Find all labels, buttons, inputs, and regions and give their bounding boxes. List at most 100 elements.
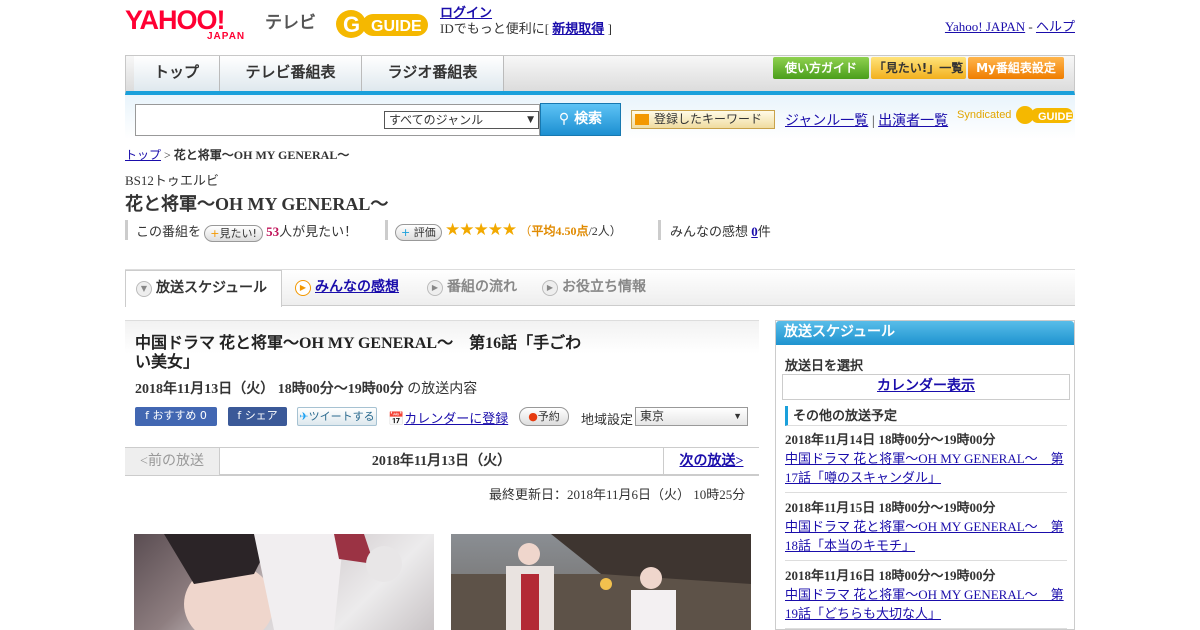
divider <box>125 220 128 240</box>
rate-button[interactable]: + 評価 <box>395 223 442 241</box>
saved-keywords-button[interactable]: 登録したキーワード <box>631 110 775 129</box>
prev-broadcast: <前の放送 <box>125 448 219 475</box>
last-updated: 最終更新日：2018年11月6日（火） 10時25分 <box>489 487 746 502</box>
syndicated-label: Syndicated <box>957 108 1012 121</box>
search-button-label: 検索 <box>574 111 603 127</box>
schedule-item-time: 2018年11月14日 18時00分～19時00分 <box>785 432 996 447</box>
tab-program-flow[interactable]: ▶ 番組の流れ <box>417 270 532 306</box>
genre-select-value: すべてのジャンル <box>389 113 484 127</box>
want-button[interactable]: +見たい! <box>204 224 263 242</box>
schedule-item-time: 2018年11月15日 18時00分～19時00分 <box>785 500 996 515</box>
saved-keywords-label: 登録したキーワード <box>654 112 763 126</box>
region-select-value: 東京 <box>640 409 665 423</box>
tab-top[interactable]: トップ <box>134 56 220 91</box>
register-link[interactable]: 新規取得 <box>552 21 604 36</box>
schedule-item-link[interactable]: 中国ドラマ 花と将軍～OH MY GENERAL～ 第19話「どちらも大切な人」 <box>785 587 1064 621</box>
genre-list-link[interactable]: ジャンル一覧 <box>785 114 868 129</box>
facebook-recommend-button[interactable]: f おすすめ 0 <box>135 407 217 426</box>
schedule-sidebar: 放送スケジュール 放送日を選択 カレンダー表示 その他の放送予定 2018年11… <box>775 320 1075 630</box>
want-list-button[interactable]: 「見たい!」一覧 <box>871 57 966 79</box>
schedule-item: 2018年11月14日 18時00分～19時00分 中国ドラマ 花と将軍～OH … <box>785 430 1067 493</box>
genre-links: ジャンル一覧 | 出演者一覧 <box>785 110 948 130</box>
play-icon: ▶ <box>295 280 311 296</box>
play-icon: ▶ <box>542 280 558 296</box>
genre-select[interactable]: すべてのジャンル ▼ <box>384 111 539 129</box>
share-row: f おすすめ 0 f シェア ✈ツイートする 📅カレンダーに登録 ●予約 地域設… <box>135 407 755 427</box>
cast-list-link[interactable]: 出演者一覧 <box>878 114 948 129</box>
tweet-label: ツイートする <box>308 410 375 423</box>
tab-radio-guide[interactable]: ラジオ番組表 <box>362 56 504 91</box>
breadcrumb-top[interactable]: トップ <box>125 148 161 162</box>
genre-link-separator: | <box>871 114 875 129</box>
facebook-share-label: シェア <box>244 409 278 422</box>
search-icon: ⚲ <box>558 111 570 127</box>
my-guide-settings-button[interactable]: My番組表設定 <box>968 57 1064 79</box>
select-date-label: 放送日を選択 <box>785 358 864 373</box>
top-link-separator: - <box>1028 19 1033 34</box>
want-prefix: この番組を <box>136 224 202 239</box>
syndicated-gguide-logo: Syndicated GUIDE <box>957 104 1075 126</box>
gguide-small-icon: GUIDE <box>1015 106 1073 124</box>
episode-airtime: 2018年11月13日（火） 18時00分～19時00分 の放送内容 <box>135 378 477 398</box>
login-description: IDでもっと便利に[ <box>440 21 550 36</box>
next-broadcast-link[interactable]: 次の放送> <box>664 448 759 475</box>
gguide-logo-icon: G GUIDE <box>336 10 428 38</box>
sidebar-title: 放送スケジュール <box>776 321 1074 345</box>
schedule-item-time: 2018年11月16日 18時00分～19時00分 <box>785 568 996 583</box>
tab-useful-info[interactable]: ▶ お役立ち情報 <box>532 270 662 306</box>
login-link[interactable]: ログイン <box>440 5 492 20</box>
airtime-value: 2018年11月13日（火） 18時00分～19時00分 <box>135 382 404 397</box>
guide-button[interactable]: 使い方ガイド <box>773 57 869 79</box>
calendar-display-button[interactable]: カレンダー表示 <box>782 374 1070 400</box>
svg-text:GUIDE: GUIDE <box>371 18 422 35</box>
impression-suffix: 件 <box>757 224 771 239</box>
episode-title: 中国ドラマ 花と将軍～OH MY GENERAL～ 第16話「手ごわい美女」 <box>135 335 582 371</box>
tab-schedule[interactable]: ▼ 放送スケジュール <box>125 270 282 307</box>
search-area: すべてのジャンル ▼ ⚲ 検索 登録したキーワード ジャンル一覧 | 出演者一覧… <box>125 95 1075 139</box>
episode-panel: 中国ドラマ 花と将軍～OH MY GENERAL～ 第16話「手ごわい美女」 2… <box>125 320 759 430</box>
reserve-label: 予約 <box>537 410 560 423</box>
facebook-icon: f <box>237 409 242 422</box>
twitter-icon: ✈ <box>299 410 309 423</box>
rating-average: 平均4.50点 <box>531 224 589 238</box>
airtime-suffix: の放送内容 <box>407 382 478 397</box>
chevron-down-icon: ▼ <box>733 411 742 421</box>
calendar-register-link[interactable]: カレンダーに登録 <box>404 411 508 426</box>
episode-photo-1-image <box>164 534 402 630</box>
help-link[interactable]: ヘルプ <box>1036 19 1075 34</box>
search-button[interactable]: ⚲ 検索 <box>540 103 621 136</box>
schedule-item: 2018年11月16日 18時00分～19時00分 中国ドラマ 花と将軍～OH … <box>785 566 1067 629</box>
breadcrumb-separator: > <box>164 148 171 162</box>
chevron-down-icon: ▼ <box>527 115 534 125</box>
episode-photo-1 <box>134 534 434 630</box>
tab-tv-guide[interactable]: テレビ番組表 <box>220 56 362 91</box>
main-nav: トップ テレビ番組表 ラジオ番組表 使い方ガイド 「見たい!」一覧 My番組表設… <box>125 55 1075 95</box>
facebook-share-button[interactable]: f シェア <box>228 407 287 426</box>
reserve-button[interactable]: ●予約 <box>519 407 569 426</box>
tv-logo[interactable]: テレビ <box>265 8 316 33</box>
rate-button-label: 評価 <box>413 225 436 239</box>
yahoo-japan-link[interactable]: Yahoo! JAPAN <box>945 19 1025 34</box>
tab-impressions[interactable]: ▶ みんなの感想 <box>285 270 415 306</box>
schedule-item-link[interactable]: 中国ドラマ 花と将軍～OH MY GENERAL～ 第17話「噂のスキャンダル」 <box>785 451 1064 485</box>
facebook-icon: f <box>145 409 149 422</box>
top-links: Yahoo! JAPAN - ヘルプ <box>945 16 1075 35</box>
page-title: 花と将軍～OH MY GENERAL～ <box>125 194 389 214</box>
region-select[interactable]: 東京 ▼ <box>635 407 748 426</box>
schedule-item-link[interactable]: 中国ドラマ 花と将軍～OH MY GENERAL～ 第18話「本当のキモチ」 <box>785 519 1064 553</box>
plus-icon: + <box>401 225 411 239</box>
play-icon: ▶ <box>427 280 443 296</box>
calendar-icon: 📅 <box>388 411 405 426</box>
calendar-register[interactable]: 📅カレンダーに登録 <box>388 408 508 427</box>
login-area: ログイン IDでもっと便利に[ 新規取得 ] <box>440 5 612 37</box>
tab-program-flow-label: 番組の流れ <box>447 279 517 295</box>
login-description-end: ] <box>607 21 612 36</box>
gguide-logo: G GUIDE <box>334 6 434 40</box>
broadcast-pager: <前の放送 2018年11月13日（火） 次の放送> <box>125 447 759 476</box>
svg-text:G: G <box>343 12 360 37</box>
program-meta: この番組を +見たい! 53人が見たい！ + 評価 ★★★★★ （平均4.50点… <box>125 220 1075 242</box>
yahoo-japan-logo[interactable]: YAHOO! JAPAN <box>125 6 263 42</box>
svg-text:GUIDE: GUIDE <box>1038 111 1073 123</box>
tweet-button[interactable]: ✈ツイートする <box>297 407 377 426</box>
region-label: 地域設定 <box>581 412 634 427</box>
